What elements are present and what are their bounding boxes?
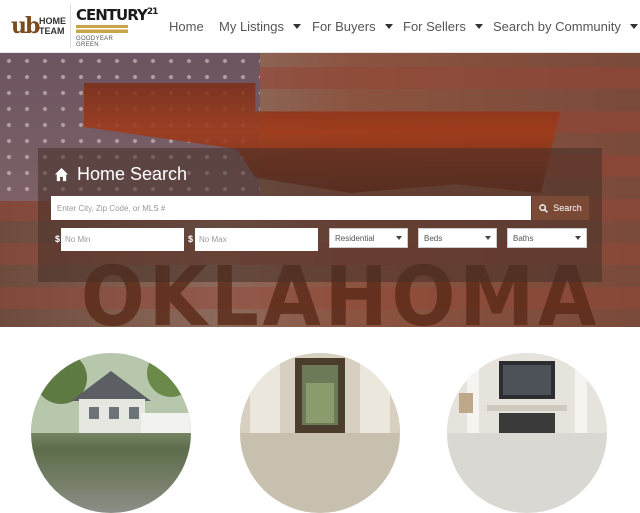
nav-for-sellers[interactable]: For Sellers bbox=[403, 0, 483, 53]
home-team-logo[interactable]: ub HOME TEAM bbox=[8, 10, 66, 42]
nav-search-by-community[interactable]: Search by Community bbox=[493, 0, 638, 53]
home-team-wordmark: HOME TEAM bbox=[39, 16, 66, 36]
caret-down-icon bbox=[629, 24, 638, 29]
century21-logo[interactable]: CENTURY21 GOODYEAR GREEN bbox=[70, 4, 158, 48]
site-header: ub HOME TEAM CENTURY21 GOODYEAR GREEN Hom… bbox=[0, 0, 640, 53]
search-button[interactable]: Search bbox=[532, 196, 589, 220]
home-icon bbox=[54, 167, 69, 181]
caret-down-icon bbox=[485, 236, 491, 240]
min-price-currency: $ bbox=[55, 234, 61, 244]
baths-select[interactable]: Baths bbox=[507, 228, 587, 248]
property-type-value: Residential bbox=[335, 233, 375, 243]
caret-down-icon bbox=[474, 24, 483, 29]
front-door-illustration bbox=[240, 353, 400, 433]
max-price-currency: $ bbox=[188, 234, 194, 244]
nav-for-buyers-label: For Buyers bbox=[312, 19, 376, 34]
caret-down-icon bbox=[384, 24, 393, 29]
search-button-label: Search bbox=[553, 203, 582, 213]
search-input[interactable] bbox=[51, 196, 531, 220]
century21-gold-bar bbox=[76, 25, 128, 33]
front-door-photo[interactable] bbox=[240, 353, 400, 513]
beds-select[interactable]: Beds bbox=[418, 228, 497, 248]
house-exterior-photo[interactable] bbox=[31, 353, 191, 513]
caret-down-icon bbox=[396, 236, 402, 240]
caret-down-icon bbox=[575, 236, 581, 240]
hero-banner: OKLAHOMA Home Search Search $ $ Resident… bbox=[0, 53, 640, 327]
beds-value: Beds bbox=[424, 233, 443, 243]
min-price-input[interactable] bbox=[61, 228, 184, 251]
house-illustration bbox=[31, 353, 191, 433]
ub-logo-mark: ub bbox=[11, 13, 40, 39]
fireplace-interior-photo[interactable] bbox=[447, 353, 607, 513]
nav-my-listings[interactable]: My Listings bbox=[219, 0, 302, 53]
nav-home-label: Home bbox=[169, 19, 204, 34]
baths-value: Baths bbox=[513, 233, 534, 243]
caret-down-icon bbox=[293, 24, 302, 29]
home-search-title: Home Search bbox=[54, 163, 187, 185]
search-icon bbox=[539, 203, 549, 213]
nav-for-sellers-label: For Sellers bbox=[403, 19, 466, 34]
nav-for-buyers[interactable]: For Buyers bbox=[312, 0, 393, 53]
fireplace-illustration bbox=[447, 353, 607, 433]
nav-search-by-community-label: Search by Community bbox=[493, 19, 621, 34]
home-search-panel: Home Search Search $ $ Residential Beds … bbox=[38, 148, 602, 282]
nav-my-listings-label: My Listings bbox=[219, 19, 285, 34]
nav-home[interactable]: Home bbox=[169, 0, 204, 53]
century21-office-name: GOODYEAR GREEN bbox=[76, 36, 114, 48]
max-price-input[interactable] bbox=[195, 228, 318, 251]
property-type-select[interactable]: Residential bbox=[329, 228, 408, 248]
century21-wordmark: CENTURY21 bbox=[76, 6, 158, 24]
home-search-title-text: Home Search bbox=[77, 163, 188, 184]
